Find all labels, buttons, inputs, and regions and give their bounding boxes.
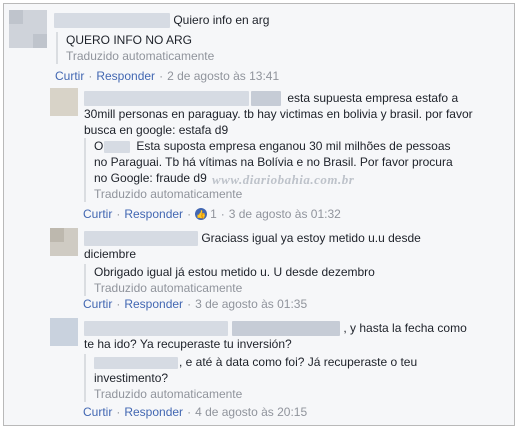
translation-text: Obrigado igual já estou metido u. U desd… xyxy=(94,265,375,279)
translation-box: O Esta suposta empresa enganou 30 mil mil… xyxy=(84,138,494,202)
blurred-author-name[interactable] xyxy=(84,321,228,337)
translation-box: QUERO INFO NO ARG Traduzido automaticame… xyxy=(56,32,496,64)
comment-text: Quiero info en arg xyxy=(173,13,270,27)
translation-text-continued: investimento? xyxy=(94,371,169,385)
blurred-author-name[interactable] xyxy=(232,321,340,337)
comment-actions: Curtir · Responder · 3 de agosto às 01:35 xyxy=(83,297,308,311)
translation-text: Esta suposta empresa enganou 30 mil milh… xyxy=(136,139,451,153)
like-count[interactable]: 1 xyxy=(210,207,217,221)
like-link[interactable]: Curtir xyxy=(83,297,112,311)
reply-link[interactable]: Responder xyxy=(124,297,183,311)
comment-text: , y hasta la fecha como xyxy=(343,321,467,335)
blurred-author-name[interactable] xyxy=(54,13,170,29)
auto-translated-label: Traduzido automaticamente xyxy=(66,49,215,63)
comment-header: Quiero info en arg xyxy=(54,12,270,29)
comment-text-continued: te ha ido? Ya recuperaste tu inversión? xyxy=(84,337,292,351)
reply-link[interactable]: Responder xyxy=(124,207,183,221)
translation-line: , e até à data como foi? Já recuperaste … xyxy=(94,354,494,370)
comment-header: , y hasta la fecha como xyxy=(84,320,467,337)
blurred-mention xyxy=(104,140,131,153)
avatar[interactable] xyxy=(50,228,78,256)
blurred-author-name[interactable] xyxy=(251,91,281,107)
translation-box: , e até à data como foi? Já recuperaste … xyxy=(84,354,494,402)
translation-text: , e até à data como foi? Já recuperaste … xyxy=(179,355,418,369)
reply-link[interactable]: Responder xyxy=(124,405,183,419)
translation-text: QUERO INFO NO ARG xyxy=(66,33,193,47)
like-link[interactable]: Curtir xyxy=(83,405,112,419)
like-link[interactable]: Curtir xyxy=(83,207,112,221)
comment-thread: Quiero info en arg QUERO INFO NO ARG Tra… xyxy=(3,3,515,426)
comment-header: Graciass igual ya estoy metido u.u desde xyxy=(84,230,421,247)
translation-line: O Esta suposta empresa enganou 30 mil mil… xyxy=(94,138,494,154)
avatar[interactable] xyxy=(9,10,47,48)
comment-text-continued: diciembre xyxy=(84,247,137,261)
timestamp[interactable]: 4 de agosto às 20:15 xyxy=(195,405,307,419)
translation-text: O xyxy=(94,139,104,153)
comment-text: esta supuesta empresa estafo a xyxy=(287,91,459,105)
comment-header: esta supuesta empresa estafo a xyxy=(84,90,459,107)
timestamp[interactable]: 3 de agosto às 01:35 xyxy=(195,297,307,311)
blurred-author-name[interactable] xyxy=(84,91,249,107)
avatar[interactable] xyxy=(50,88,78,116)
translation-box: Obrigado igual já estou metido u. U desd… xyxy=(84,264,494,296)
blurred-mention xyxy=(94,356,178,369)
comment-text-continued: 30mill personas en paraguay. tb hay vict… xyxy=(84,107,473,137)
timestamp[interactable]: 3 de agosto às 01:32 xyxy=(229,207,341,221)
like-link[interactable]: Curtir xyxy=(55,69,84,83)
comment-actions: Curtir · Responder · 2 de agosto às 13:41 xyxy=(55,69,280,83)
blurred-author-name[interactable] xyxy=(84,231,198,247)
auto-translated-label: Traduzido automaticamente xyxy=(94,187,243,201)
timestamp[interactable]: 2 de agosto às 13:41 xyxy=(167,69,279,83)
reply-link[interactable]: Responder xyxy=(96,69,155,83)
comment-actions: Curtir·Responder·1·3 de agosto às 01:32 xyxy=(83,206,341,223)
avatar[interactable] xyxy=(50,318,78,346)
watermark: www.diariobahia.com.br xyxy=(212,172,355,187)
like-reaction-icon[interactable] xyxy=(195,207,208,223)
comment-actions: Curtir · Responder · 4 de agosto às 20:15 xyxy=(83,405,308,419)
auto-translated-label: Traduzido automaticamente xyxy=(94,281,243,295)
auto-translated-label: Traduzido automaticamente xyxy=(94,387,243,401)
comment-text: Graciass igual ya estoy metido u.u desde xyxy=(201,231,421,245)
